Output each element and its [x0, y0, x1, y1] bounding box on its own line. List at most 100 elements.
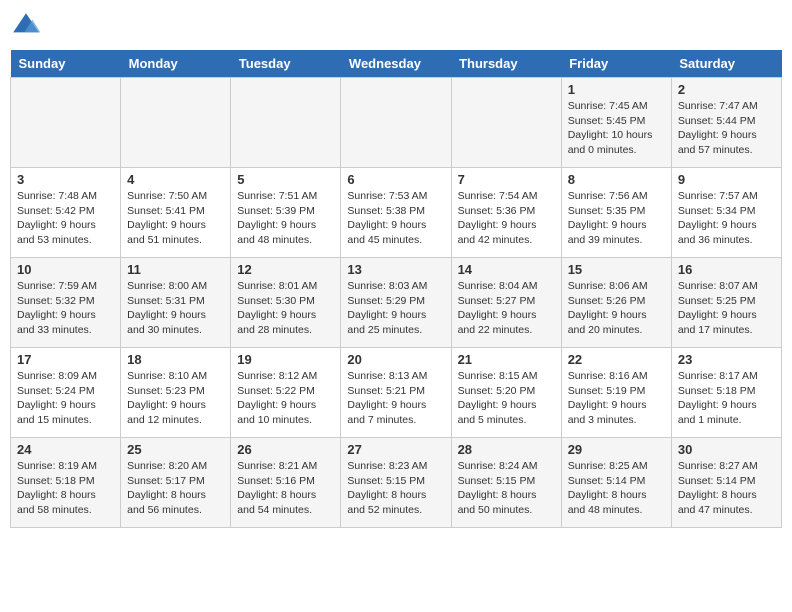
calendar-cell: 23Sunrise: 8:17 AMSunset: 5:18 PMDayligh…	[671, 348, 781, 438]
day-info: Sunrise: 8:01 AMSunset: 5:30 PMDaylight:…	[237, 279, 334, 338]
page-header	[10, 10, 782, 42]
day-number: 6	[347, 172, 444, 187]
day-info: Sunrise: 7:53 AMSunset: 5:38 PMDaylight:…	[347, 189, 444, 248]
calendar-cell	[11, 78, 121, 168]
day-info: Sunrise: 7:47 AMSunset: 5:44 PMDaylight:…	[678, 99, 775, 158]
calendar-cell: 26 Sunrise: 8:21 AMSunset: 5:16 PMDayligh…	[231, 438, 341, 528]
calendar-cell: 6 Sunrise: 7:53 AMSunset: 5:38 PMDaylight…	[341, 168, 451, 258]
calendar-cell: 30Sunrise: 8:27 AMSunset: 5:14 PMDayligh…	[671, 438, 781, 528]
weekday-header-row: SundayMondayTuesdayWednesdayThursdayFrid…	[11, 50, 782, 78]
day-info: Sunrise: 8:25 AMSunset: 5:14 PMDaylight:…	[568, 459, 665, 518]
calendar-cell: 5 Sunrise: 7:51 AMSunset: 5:39 PMDaylight…	[231, 168, 341, 258]
day-number: 28	[458, 442, 555, 457]
calendar-cell: 14 Sunrise: 8:04 AMSunset: 5:27 PMDayligh…	[451, 258, 561, 348]
day-number: 26	[237, 442, 334, 457]
day-number: 16	[678, 262, 775, 277]
calendar-cell	[451, 78, 561, 168]
weekday-header-sunday: Sunday	[11, 50, 121, 78]
day-info: Sunrise: 8:12 AMSunset: 5:22 PMDaylight:…	[237, 369, 334, 428]
day-number: 12	[237, 262, 334, 277]
day-number: 27	[347, 442, 444, 457]
calendar-cell: 19 Sunrise: 8:12 AMSunset: 5:22 PMDayligh…	[231, 348, 341, 438]
calendar-cell	[341, 78, 451, 168]
day-info: Sunrise: 7:59 AMSunset: 5:32 PMDaylight:…	[17, 279, 114, 338]
day-number: 23	[678, 352, 775, 367]
calendar-cell: 21 Sunrise: 8:15 AMSunset: 5:20 PMDayligh…	[451, 348, 561, 438]
day-number: 15	[568, 262, 665, 277]
calendar-cell: 10Sunrise: 7:59 AMSunset: 5:32 PMDayligh…	[11, 258, 121, 348]
calendar-cell: 29Sunrise: 8:25 AMSunset: 5:14 PMDayligh…	[561, 438, 671, 528]
day-info: Sunrise: 7:48 AMSunset: 5:42 PMDaylight:…	[17, 189, 114, 248]
calendar-cell: 13 Sunrise: 8:03 AMSunset: 5:29 PMDayligh…	[341, 258, 451, 348]
calendar-cell: 15Sunrise: 8:06 AMSunset: 5:26 PMDayligh…	[561, 258, 671, 348]
day-info: Sunrise: 7:51 AMSunset: 5:39 PMDaylight:…	[237, 189, 334, 248]
calendar-cell	[121, 78, 231, 168]
calendar-cell: 25 Sunrise: 8:20 AMSunset: 5:17 PMDayligh…	[121, 438, 231, 528]
day-number: 25	[127, 442, 224, 457]
day-info: Sunrise: 8:27 AMSunset: 5:14 PMDaylight:…	[678, 459, 775, 518]
day-info: Sunrise: 8:10 AMSunset: 5:23 PMDaylight:…	[127, 369, 224, 428]
day-number: 1	[568, 82, 665, 97]
day-number: 20	[347, 352, 444, 367]
day-info: Sunrise: 8:04 AMSunset: 5:27 PMDaylight:…	[458, 279, 555, 338]
day-info: Sunrise: 8:00 AMSunset: 5:31 PMDaylight:…	[127, 279, 224, 338]
day-info: Sunrise: 8:21 AMSunset: 5:16 PMDaylight:…	[237, 459, 334, 518]
weekday-header-monday: Monday	[121, 50, 231, 78]
calendar-week-row: 10Sunrise: 7:59 AMSunset: 5:32 PMDayligh…	[11, 258, 782, 348]
calendar-cell: 27 Sunrise: 8:23 AMSunset: 5:15 PMDayligh…	[341, 438, 451, 528]
day-info: Sunrise: 8:19 AMSunset: 5:18 PMDaylight:…	[17, 459, 114, 518]
day-number: 22	[568, 352, 665, 367]
day-info: Sunrise: 7:57 AMSunset: 5:34 PMDaylight:…	[678, 189, 775, 248]
calendar-week-row: 1 Sunrise: 7:45 AMSunset: 5:45 PMDaylight…	[11, 78, 782, 168]
day-info: Sunrise: 8:20 AMSunset: 5:17 PMDaylight:…	[127, 459, 224, 518]
calendar-table: SundayMondayTuesdayWednesdayThursdayFrid…	[10, 50, 782, 528]
day-info: Sunrise: 8:09 AMSunset: 5:24 PMDaylight:…	[17, 369, 114, 428]
day-number: 9	[678, 172, 775, 187]
calendar-cell: 9 Sunrise: 7:57 AMSunset: 5:34 PMDaylight…	[671, 168, 781, 258]
day-number: 21	[458, 352, 555, 367]
day-info: Sunrise: 8:03 AMSunset: 5:29 PMDaylight:…	[347, 279, 444, 338]
day-number: 19	[237, 352, 334, 367]
weekday-header-thursday: Thursday	[451, 50, 561, 78]
day-number: 18	[127, 352, 224, 367]
calendar-cell: 11 Sunrise: 8:00 AMSunset: 5:31 PMDayligh…	[121, 258, 231, 348]
day-info: Sunrise: 7:56 AMSunset: 5:35 PMDaylight:…	[568, 189, 665, 248]
calendar-cell: 1 Sunrise: 7:45 AMSunset: 5:45 PMDaylight…	[561, 78, 671, 168]
calendar-cell: 7 Sunrise: 7:54 AMSunset: 5:36 PMDaylight…	[451, 168, 561, 258]
calendar-cell	[231, 78, 341, 168]
logo	[10, 10, 46, 42]
day-info: Sunrise: 7:54 AMSunset: 5:36 PMDaylight:…	[458, 189, 555, 248]
day-number: 3	[17, 172, 114, 187]
day-number: 17	[17, 352, 114, 367]
day-info: Sunrise: 8:13 AMSunset: 5:21 PMDaylight:…	[347, 369, 444, 428]
calendar-cell: 3 Sunrise: 7:48 AMSunset: 5:42 PMDaylight…	[11, 168, 121, 258]
day-number: 8	[568, 172, 665, 187]
day-number: 5	[237, 172, 334, 187]
weekday-header-friday: Friday	[561, 50, 671, 78]
calendar-week-row: 24 Sunrise: 8:19 AMSunset: 5:18 PMDayligh…	[11, 438, 782, 528]
calendar-cell: 20 Sunrise: 8:13 AMSunset: 5:21 PMDayligh…	[341, 348, 451, 438]
day-number: 13	[347, 262, 444, 277]
calendar-cell: 12 Sunrise: 8:01 AMSunset: 5:30 PMDayligh…	[231, 258, 341, 348]
calendar-cell: 2 Sunrise: 7:47 AMSunset: 5:44 PMDaylight…	[671, 78, 781, 168]
calendar-cell: 8 Sunrise: 7:56 AMSunset: 5:35 PMDaylight…	[561, 168, 671, 258]
calendar-week-row: 3 Sunrise: 7:48 AMSunset: 5:42 PMDaylight…	[11, 168, 782, 258]
calendar-cell: 22 Sunrise: 8:16 AMSunset: 5:19 PMDayligh…	[561, 348, 671, 438]
day-number: 4	[127, 172, 224, 187]
day-number: 14	[458, 262, 555, 277]
day-info: Sunrise: 7:45 AMSunset: 5:45 PMDaylight:…	[568, 99, 665, 158]
day-number: 7	[458, 172, 555, 187]
day-info: Sunrise: 8:16 AMSunset: 5:19 PMDaylight:…	[568, 369, 665, 428]
calendar-week-row: 17 Sunrise: 8:09 AMSunset: 5:24 PMDayligh…	[11, 348, 782, 438]
day-number: 11	[127, 262, 224, 277]
day-info: Sunrise: 8:24 AMSunset: 5:15 PMDaylight:…	[458, 459, 555, 518]
calendar-cell: 18 Sunrise: 8:10 AMSunset: 5:23 PMDayligh…	[121, 348, 231, 438]
day-info: Sunrise: 8:07 AMSunset: 5:25 PMDaylight:…	[678, 279, 775, 338]
logo-icon	[10, 10, 42, 42]
day-number: 2	[678, 82, 775, 97]
day-info: Sunrise: 8:15 AMSunset: 5:20 PMDaylight:…	[458, 369, 555, 428]
day-info: Sunrise: 8:23 AMSunset: 5:15 PMDaylight:…	[347, 459, 444, 518]
calendar-cell: 16 Sunrise: 8:07 AMSunset: 5:25 PMDayligh…	[671, 258, 781, 348]
calendar-cell: 24 Sunrise: 8:19 AMSunset: 5:18 PMDayligh…	[11, 438, 121, 528]
day-number: 24	[17, 442, 114, 457]
